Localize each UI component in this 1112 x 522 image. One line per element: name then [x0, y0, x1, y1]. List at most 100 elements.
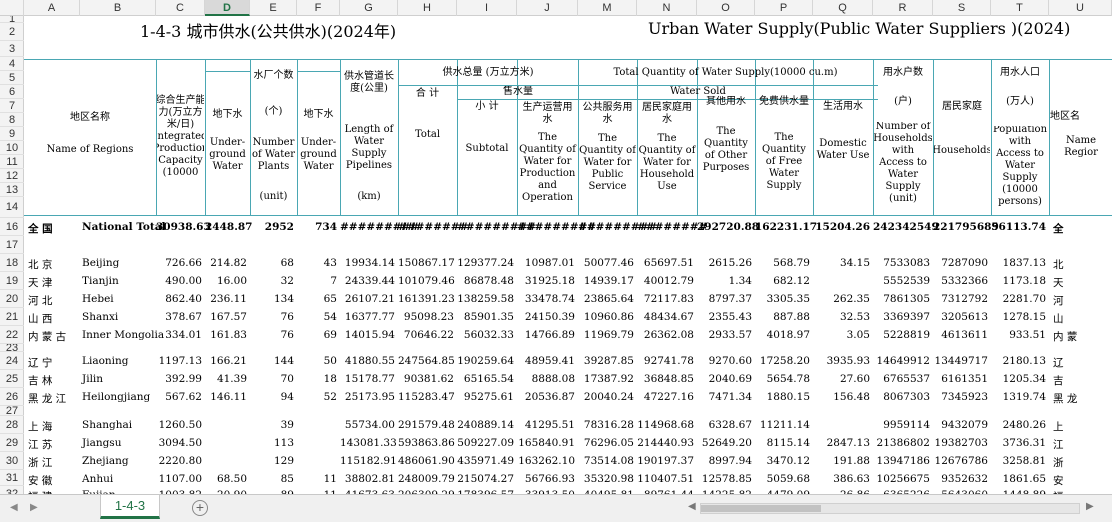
row-header-28[interactable]: 28 — [0, 416, 24, 434]
column-header-i[interactable]: I — [457, 0, 517, 16]
cell-f[interactable]: 7 — [297, 275, 337, 287]
cell-region-en[interactable]: Beijing — [82, 257, 156, 269]
column-header-j[interactable]: J — [517, 0, 578, 16]
cell-region-cn[interactable]: 辽 宁 — [28, 355, 78, 370]
cell-s[interactable]: 9432079 — [933, 419, 988, 431]
row-header-8[interactable]: 8 — [0, 113, 24, 127]
cell-n[interactable]: 36848.85 — [637, 373, 694, 385]
cell-p[interactable]: 5654.78 — [755, 373, 810, 385]
cell-f[interactable]: 18 — [297, 373, 337, 385]
cell-f[interactable]: 65 — [297, 293, 337, 305]
cell-j[interactable]: 20536.87 — [517, 391, 575, 403]
cell-t[interactable]: 1205.34 — [991, 373, 1046, 385]
cell-r[interactable]: 13947186 — [873, 455, 930, 467]
cell-i[interactable]: 138259.58 — [457, 293, 514, 305]
cell-p[interactable]: 5059.68 — [755, 473, 810, 485]
cell-g[interactable]: 115182.91 — [340, 455, 397, 467]
cell-region-cn[interactable]: 山 西 — [28, 311, 78, 326]
cell-e[interactable]: 76 — [250, 329, 294, 341]
cell-region-en[interactable]: Liaoning — [82, 355, 156, 367]
cell-p[interactable]: 162231.17 — [755, 221, 817, 233]
cell-h[interactable]: 70646.22 — [398, 329, 454, 341]
spreadsheet-grid[interactable]: ABCDEFGHIJMNOPQRSTU 1 2 3 4 5 6 7 8 9 10 11 12 13 14 1… — [0, 0, 1112, 494]
cell-q[interactable]: 3935.93 — [813, 355, 870, 367]
cell-d[interactable]: 16.00 — [205, 275, 247, 287]
row-header-29[interactable]: 29 — [0, 434, 24, 452]
cell-n[interactable]: 190197.37 — [637, 455, 694, 467]
cell-m[interactable]: 35320.98 — [578, 473, 634, 485]
cell-o[interactable]: 9270.60 — [697, 355, 752, 367]
row-header-26[interactable]: 26 — [0, 388, 24, 406]
cell-o[interactable]: 8997.94 — [697, 455, 752, 467]
cell-region-cn[interactable]: 全 国 — [28, 221, 78, 236]
cell-region-cn[interactable]: 浙 江 — [28, 455, 78, 470]
row-header-24[interactable]: 24 — [0, 352, 24, 370]
row-header-17[interactable]: 17 — [0, 236, 24, 254]
cell-region2-cn[interactable]: 上 — [1053, 419, 1111, 434]
cell-t[interactable]: 1173.18 — [991, 275, 1046, 287]
cell-e[interactable]: 32 — [250, 275, 294, 287]
cell-f[interactable]: 11 — [297, 473, 337, 485]
cell-j[interactable]: 31925.18 — [517, 275, 575, 287]
cell-region-en[interactable]: Jiangsu — [82, 437, 156, 449]
cell-n[interactable]: 48434.67 — [637, 311, 694, 323]
cell-g[interactable]: 143081.33 — [340, 437, 397, 449]
cell-d[interactable]: 68.50 — [205, 473, 247, 485]
cell-t[interactable]: 933.51 — [991, 329, 1046, 341]
cell-i[interactable]: 215074.27 — [457, 473, 514, 485]
cell-f[interactable]: 52 — [297, 391, 337, 403]
cell-c[interactable]: 862.40 — [156, 293, 202, 305]
cell-h[interactable]: 593863.86 — [398, 437, 455, 449]
scroll-left-icon[interactable]: ◀ — [688, 501, 696, 512]
cell-j[interactable]: 14766.89 — [517, 329, 575, 341]
cell-r[interactable]: 9959114 — [873, 419, 930, 431]
cell-c[interactable]: 1197.13 — [156, 355, 202, 367]
row-header-3[interactable]: 3 — [0, 41, 24, 57]
column-header-a[interactable]: A — [24, 0, 80, 16]
cell-s[interactable]: 7345923 — [933, 391, 988, 403]
cell-s[interactable]: 6161351 — [933, 373, 988, 385]
column-header-h[interactable]: H — [398, 0, 457, 16]
cell-t[interactable]: 3258.81 — [991, 455, 1046, 467]
cell-i[interactable]: 435971.49 — [457, 455, 514, 467]
cell-o[interactable]: 2615.26 — [697, 257, 752, 269]
cell-region2-cn[interactable]: 内 蒙 — [1053, 329, 1111, 344]
row-header-1[interactable]: 1 — [0, 16, 24, 23]
cell-i[interactable]: 95275.61 — [457, 391, 514, 403]
cell-region2-cn[interactable]: 山 — [1053, 311, 1111, 326]
cell-s[interactable]: 19382703 — [933, 437, 988, 449]
cell-region2-cn[interactable]: 吉 — [1053, 373, 1111, 388]
cell-t[interactable]: 2281.70 — [991, 293, 1046, 305]
cell-n[interactable]: 92741.78 — [637, 355, 694, 367]
cell-j[interactable]: 56766.93 — [517, 473, 575, 485]
cell-g[interactable]: 38802.81 — [340, 473, 395, 485]
row-header-6[interactable]: 6 — [0, 85, 24, 99]
cell-o[interactable]: 2933.57 — [697, 329, 752, 341]
cell-s[interactable]: 4613611 — [933, 329, 988, 341]
cell-d[interactable]: 41.39 — [205, 373, 247, 385]
column-header-p[interactable]: P — [755, 0, 813, 16]
cell-d[interactable]: 167.57 — [205, 311, 247, 323]
cell-i[interactable]: 65165.54 — [457, 373, 514, 385]
cell-region-en[interactable]: Shanghai — [82, 419, 156, 431]
cell-m[interactable]: 78316.28 — [578, 419, 634, 431]
cell-o[interactable]: 2040.69 — [697, 373, 752, 385]
cell-r[interactable]: 3369397 — [873, 311, 930, 323]
cell-d[interactable]: 146.11 — [205, 391, 247, 403]
cell-i[interactable]: 56032.33 — [457, 329, 514, 341]
cell-e[interactable]: 113 — [250, 437, 294, 449]
cell-s[interactable]: 221795689 — [933, 221, 999, 233]
cell-g[interactable]: 25173.95 — [340, 391, 395, 403]
cell-region-en[interactable]: Anhui — [82, 473, 156, 485]
cell-n[interactable]: 26362.08 — [637, 329, 694, 341]
cell-i[interactable]: ######### — [457, 221, 536, 233]
cell-region-en[interactable]: Hebei — [82, 293, 156, 305]
select-all-corner[interactable] — [0, 0, 24, 16]
row-header-20[interactable]: 20 — [0, 290, 24, 308]
cell-n[interactable]: 114968.68 — [637, 419, 694, 431]
cell-h[interactable]: ######## — [398, 221, 468, 233]
cell-o[interactable]: 7471.34 — [697, 391, 752, 403]
cell-c[interactable]: 3094.50 — [156, 437, 202, 449]
row-header-14[interactable]: 14 — [0, 197, 24, 218]
cell-i[interactable]: 85901.35 — [457, 311, 514, 323]
